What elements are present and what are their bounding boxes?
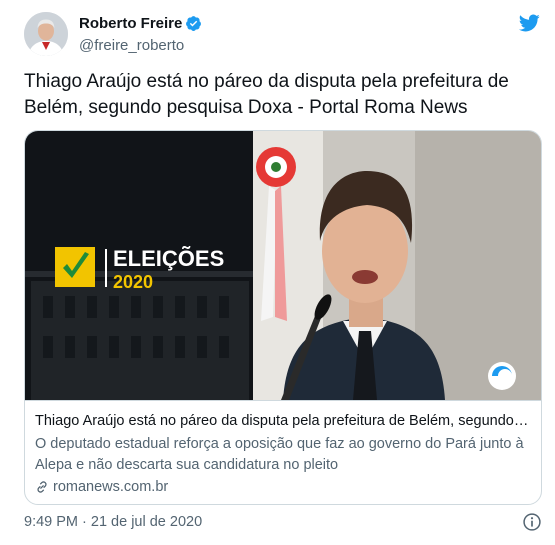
link-preview-card[interactable]: ELEIÇÕES 2020 Thiago Araújo está no páre…: [24, 130, 542, 505]
tweet: Roberto Freire @freire_roberto Thiago Ar…: [0, 0, 555, 545]
banner-year: 2020: [113, 272, 153, 292]
avatar[interactable]: [24, 12, 68, 56]
link-icon: [37, 481, 47, 493]
verified-badge-icon: [186, 16, 202, 31]
banner-divider: [105, 249, 107, 287]
tweet-timestamp[interactable]: 9:49 PM · 21 de jul de 2020: [24, 514, 202, 530]
card-description: O deputado estadual reforça a oposição q…: [35, 436, 524, 473]
author-name-row[interactable]: Roberto Freire: [79, 15, 202, 32]
tweet-text: Thiago Araújo está no páreo da disputa p…: [24, 71, 509, 118]
twitter-bird-icon[interactable]: [517, 12, 541, 34]
card-domain[interactable]: romanews.com.br: [35, 479, 168, 495]
author-handle[interactable]: @freire_roberto: [79, 37, 184, 54]
avatar-photo: [24, 12, 68, 56]
card-domain-text: romanews.com.br: [53, 479, 169, 495]
person-mouth: [352, 270, 378, 284]
card-info[interactable]: Thiago Araújo está no páreo da disputa p…: [25, 400, 541, 504]
banner-word: ELEIÇÕES: [113, 246, 224, 271]
card-title[interactable]: Thiago Araújo está no páreo da disputa p…: [35, 413, 531, 429]
info-icon[interactable]: [522, 512, 542, 532]
author-name[interactable]: Roberto Freire: [79, 15, 182, 32]
card-image[interactable]: ELEIÇÕES 2020: [25, 131, 541, 400]
